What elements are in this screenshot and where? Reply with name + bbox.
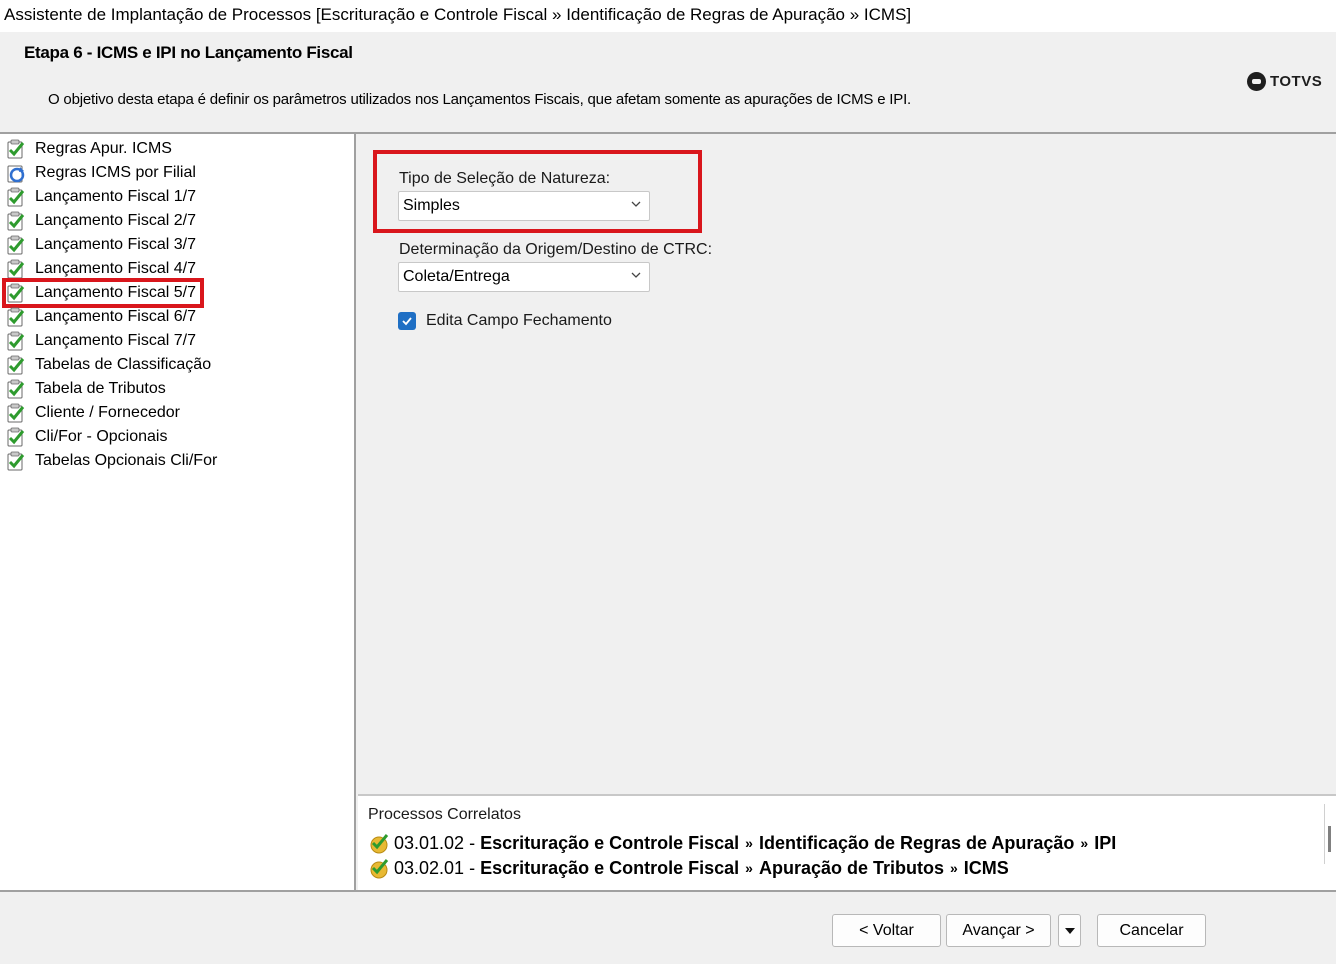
related-process-part: Escrituração e Controle Fiscal (480, 857, 740, 878)
next-dropdown-button[interactable] (1058, 914, 1081, 947)
next-button-label: Avançar > (962, 921, 1035, 939)
tree-item[interactable]: Lançamento Fiscal 2/7 (6, 210, 196, 232)
step-description: O objetivo desta etapa é definir os parâ… (48, 91, 912, 108)
tree-item-label: Tabela de Tributos (35, 380, 166, 397)
tree-item[interactable]: Lançamento Fiscal 1/7 (6, 186, 196, 208)
totvs-logo-icon (1247, 72, 1266, 91)
cancel-button-label: Cancelar (1119, 921, 1184, 939)
tree-item-label: Lançamento Fiscal 4/7 (35, 260, 196, 277)
checked-page-icon (6, 283, 26, 303)
tree-item-label: Lançamento Fiscal 5/7 (35, 284, 196, 301)
refresh-page-icon (6, 163, 26, 183)
checked-page-icon (6, 403, 26, 423)
related-scrollbar[interactable] (1324, 804, 1331, 864)
tree-item-label: Lançamento Fiscal 1/7 (35, 188, 196, 205)
tree-item[interactable]: Regras ICMS por Filial (6, 162, 196, 184)
natureza-select-value: Simples (403, 197, 460, 214)
breadcrumb-separator: » (745, 860, 753, 876)
natureza-select[interactable]: Simples (398, 191, 650, 221)
tree-item[interactable]: Tabela de Tributos (6, 378, 166, 400)
tree-item[interactable]: Lançamento Fiscal 5/7 (2, 278, 204, 308)
breadcrumb-separator: » (1080, 835, 1089, 851)
chevron-down-icon (631, 201, 641, 207)
tree-item-label: Lançamento Fiscal 3/7 (35, 236, 196, 253)
checked-page-icon (6, 235, 26, 255)
related-process-part: ICMS (963, 857, 1009, 878)
related-process-link[interactable]: 03.01.02 - Escrituração e Controle Fisca… (368, 832, 1116, 854)
checked-page-icon (6, 307, 26, 327)
related-process-part: Identificação de Regras de Apuração (758, 832, 1075, 853)
wizard-footer: < Voltar Avançar > Cancelar (0, 890, 1336, 964)
tree-item-label: Tabelas de Classificação (35, 356, 212, 373)
tree-item-label: Lançamento Fiscal 6/7 (35, 308, 196, 325)
tree-item-label: Lançamento Fiscal 2/7 (35, 212, 196, 229)
checked-page-icon (6, 259, 26, 279)
checked-page-icon (6, 379, 26, 399)
checked-page-icon (6, 427, 26, 447)
tree-item[interactable]: Lançamento Fiscal 4/7 (6, 258, 196, 280)
form-panel: Tipo de Seleção de Natureza: Simples Det… (358, 134, 1336, 794)
process-seal-icon (368, 857, 390, 879)
edita-fechamento-label[interactable]: Edita Campo Fechamento (426, 312, 612, 330)
ctrc-select-value: Coleta/Entrega (403, 268, 510, 285)
chevron-down-icon (631, 272, 641, 278)
cancel-button[interactable]: Cancelar (1097, 914, 1206, 947)
related-process-link[interactable]: 03.02.01 - Escrituração e Controle Fisca… (368, 857, 1009, 879)
related-process-part: Apuração de Tributos (758, 857, 944, 878)
tree-item[interactable]: Lançamento Fiscal 7/7 (6, 330, 196, 352)
wizard-header: Etapa 6 - ICMS e IPI no Lançamento Fisca… (0, 32, 1336, 134)
tree-item[interactable]: Regras Apur. ICMS (6, 138, 172, 160)
tree-item[interactable]: Cliente / Fornecedor (6, 402, 180, 424)
related-process-code: 03.02.01 (394, 857, 465, 878)
step-tree: Regras Apur. ICMS Regras ICMS por Filial L… (0, 134, 356, 890)
ctrc-select[interactable]: Coleta/Entrega (398, 262, 650, 292)
natureza-label: Tipo de Seleção de Natureza: (399, 170, 611, 187)
tree-item-label: Tabelas Opcionais Cli/For (35, 452, 218, 469)
totvs-logo: TOTVS (1247, 72, 1322, 91)
related-process-part: Escrituração e Controle Fiscal (480, 832, 740, 853)
tree-item-label: Lançamento Fiscal 7/7 (35, 332, 196, 349)
step-title: Etapa 6 - ICMS e IPI no Lançamento Fisca… (24, 43, 353, 62)
process-seal-icon (368, 832, 390, 854)
back-button-label: < Voltar (859, 921, 914, 939)
tree-item[interactable]: Lançamento Fiscal 3/7 (6, 234, 196, 256)
checked-page-icon (6, 331, 26, 351)
checked-page-icon (6, 355, 26, 375)
tree-item[interactable]: Cli/For - Opcionais (6, 426, 167, 448)
checked-page-icon (6, 211, 26, 231)
tree-item-label: Cliente / Fornecedor (35, 404, 180, 421)
tree-item-label: Regras Apur. ICMS (35, 140, 172, 157)
related-processes-panel: Processos Correlatos 03.01.02 - Escritur… (358, 794, 1336, 890)
tree-item-label: Regras ICMS por Filial (35, 164, 196, 181)
breadcrumb-separator: » (950, 860, 958, 876)
back-button[interactable]: < Voltar (832, 914, 941, 947)
code-dash: - (464, 832, 481, 853)
logo-text: TOTVS (1270, 73, 1323, 90)
breadcrumb-separator: » (745, 835, 753, 851)
related-title: Processos Correlatos (368, 806, 521, 823)
next-button[interactable]: Avançar > (946, 914, 1051, 947)
checked-page-icon (6, 187, 26, 207)
tree-item[interactable]: Tabelas Opcionais Cli/For (6, 450, 217, 472)
checked-page-icon (6, 139, 26, 159)
dropdown-arrow-icon (1064, 927, 1075, 934)
tree-item-label: Cli/For - Opcionais (35, 428, 168, 445)
tree-item[interactable]: Tabelas de Classificação (6, 354, 211, 376)
related-process-code: 03.01.02 (394, 832, 465, 853)
checked-page-icon (6, 451, 26, 471)
edita-fechamento-checkbox[interactable] (398, 312, 416, 330)
tree-item[interactable]: Lançamento Fiscal 6/7 (6, 306, 196, 328)
ctrc-label: Determinação da Origem/Destino de CTRC: (399, 241, 713, 258)
code-dash: - (464, 857, 481, 878)
related-process-part: IPI (1094, 832, 1117, 853)
checkmark-icon (402, 317, 412, 326)
window-title: Assistente de Implantação de Processos [… (0, 0, 1336, 32)
